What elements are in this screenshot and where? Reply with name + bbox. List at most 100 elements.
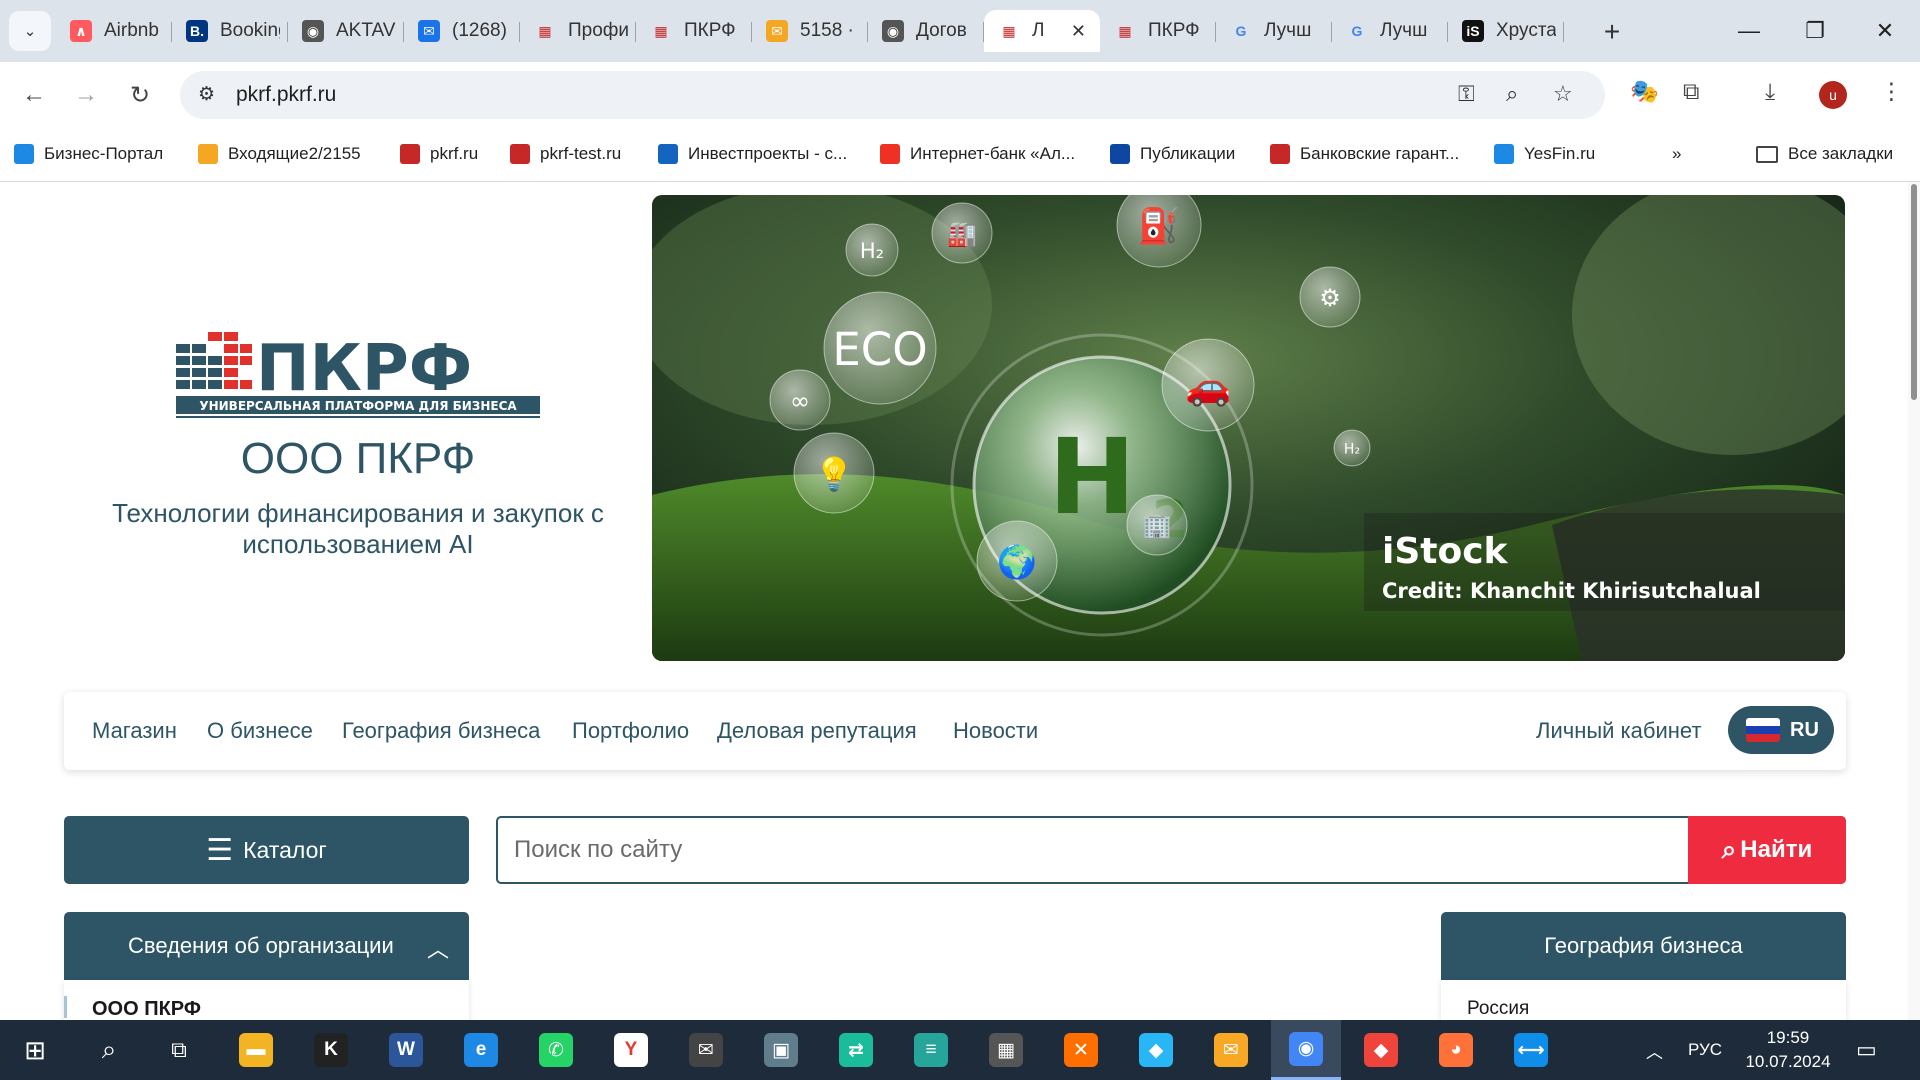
istock-watermark: iStock	[1382, 531, 1509, 572]
scrollbar-thumb[interactable]	[1911, 184, 1917, 400]
bookmark-item[interactable]: Инвестпроекты - с...	[658, 141, 847, 167]
account-link[interactable]: Личный кабинет	[1536, 718, 1702, 744]
bookmark-item[interactable]: Входящие2/2155	[198, 141, 361, 167]
extension-icon[interactable]: 🎭	[1630, 78, 1659, 105]
browser-tab[interactable]: ▦ Л ✕	[984, 10, 1100, 52]
search-input[interactable]	[514, 832, 1644, 868]
bookmark-star-icon[interactable]: ☆	[1553, 81, 1573, 107]
taskbar-app-whatsapp[interactable]: ✆	[521, 1020, 591, 1080]
menu-item[interactable]: Новости	[953, 718, 1038, 744]
minimize-button[interactable]: —	[1716, 0, 1782, 62]
language-switcher[interactable]: RU	[1728, 706, 1834, 754]
taskbar-app-outlook-folder[interactable]: ✉	[1196, 1020, 1266, 1080]
browser-tab[interactable]: ▦ ПКРФ	[1100, 10, 1216, 52]
input-language[interactable]: РУС	[1688, 1020, 1722, 1080]
taskbar-app-kinopoisk[interactable]: K	[296, 1020, 366, 1080]
menu-item[interactable]: О бизнесе	[207, 718, 313, 744]
browser-tab[interactable]: G Лучш	[1332, 10, 1448, 52]
new-tab-button[interactable]: +	[1594, 14, 1630, 50]
taskbar-app-edge[interactable]: e	[446, 1020, 516, 1080]
catalog-button[interactable]: ☰ Каталог	[64, 816, 469, 884]
taskbar-app-anydesk[interactable]: ◆	[1346, 1020, 1416, 1080]
extensions-puzzle-icon[interactable]: ⧉	[1683, 78, 1699, 105]
bookmarks-bar: » Все закладки Бизнес-Портал Входящие2/21…	[0, 127, 1920, 182]
pkrf-logo[interactable]: ПКРФ УНИВЕРСАЛЬНАЯ ПЛАТФОРМА ДЛЯ БИЗНЕСА	[176, 330, 540, 420]
menu-item[interactable]: Магазин	[92, 718, 177, 744]
bookmarks-overflow-button[interactable]: »	[1672, 141, 1681, 167]
start-button[interactable]: ⊞	[0, 1020, 70, 1080]
all-bookmarks-button[interactable]: Все закладки	[1756, 141, 1893, 167]
back-button[interactable]: ←	[14, 77, 54, 113]
search-button[interactable]: ⌕ Найти	[1688, 816, 1846, 884]
organization-item[interactable]: ООО ПКРФ	[92, 998, 201, 1020]
zoom-icon[interactable]: ⌕	[1506, 81, 1518, 107]
taskbar-app-explorer[interactable]: ▬	[221, 1020, 291, 1080]
bookmark-item[interactable]: pkrf-test.ru	[510, 141, 621, 167]
url-text[interactable]: pkrf.pkrf.ru	[236, 83, 336, 107]
close-tab-icon[interactable]: ✕	[1071, 21, 1086, 42]
mail-icon: ✉	[689, 1033, 723, 1067]
site-info-icon[interactable]: ⚙	[198, 83, 215, 106]
taskbar-app-ya-tools[interactable]: ✕	[1046, 1020, 1116, 1080]
hero-banner[interactable]: H 2 H₂ECO∞⛽🚗⚙💡🏭🏢🌍H₂ iStock Credit: Khanc…	[652, 195, 1845, 661]
address-bar[interactable]: ⚙ pkrf.pkrf.ru ⚿ ⌕ ☆	[180, 71, 1605, 119]
taskbar-search-button[interactable]: ⌕	[74, 1020, 144, 1080]
kinopoisk-icon: K	[314, 1033, 348, 1067]
tab-title: AKTAV	[336, 20, 396, 41]
browser-tab[interactable]: ✉ 5158 ·	[752, 10, 868, 52]
tab-search-button[interactable]: ⌄	[9, 11, 51, 51]
taskbar-app-chrome[interactable]: ◉	[1271, 1020, 1341, 1080]
menu-item[interactable]: География бизнеса	[342, 718, 540, 744]
mail-icon: ✉	[418, 20, 440, 42]
bookmark-item[interactable]: YesFin.ru	[1494, 141, 1595, 167]
tab-title: Airbnb	[104, 20, 159, 41]
browser-tab[interactable]: ▦ Профи	[520, 10, 636, 52]
taskbar-app-calculator[interactable]: ▦	[971, 1020, 1041, 1080]
browser-tab[interactable]: ✉ (1268)	[404, 10, 520, 52]
geography-item[interactable]: Россия	[1467, 998, 1529, 1020]
taskbar-app-teamviewer[interactable]: ⟷	[1496, 1020, 1566, 1080]
logo-slogan: УНИВЕРСАЛЬНАЯ ПЛАТФОРМА ДЛЯ БИЗНЕСА	[199, 399, 517, 413]
taskbar-app-transfer[interactable]: ⇄	[821, 1020, 891, 1080]
business-geography-header[interactable]: География бизнеса	[1441, 912, 1846, 980]
taskbar-app-word[interactable]: W	[371, 1020, 441, 1080]
tray-chevron-icon[interactable]: ︿	[1646, 1020, 1663, 1080]
browser-tab[interactable]: iS Хрусталь	[1448, 10, 1564, 52]
browser-tab[interactable]: ◉ AKTAV	[288, 10, 404, 52]
browser-tab[interactable]: ∧ Airbnb	[56, 10, 172, 52]
bookmark-item[interactable]: pkrf.ru	[400, 141, 478, 167]
browser-tab[interactable]: ◉ Догов	[868, 10, 984, 52]
reload-button[interactable]: ↻	[120, 77, 160, 113]
banner-bubble-label: 🌍	[997, 543, 1037, 581]
task-view-button[interactable]: ⧉	[144, 1020, 214, 1080]
taskbar-app-3d[interactable]: ◆	[1121, 1020, 1191, 1080]
browser-tab[interactable]: G Лучш	[1216, 10, 1332, 52]
booking-icon: B.	[186, 20, 208, 42]
bookmark-item[interactable]: Банковские гарант...	[1270, 141, 1459, 167]
menu-item[interactable]: Портфолио	[572, 718, 689, 744]
close-window-button[interactable]: ✕	[1852, 0, 1918, 62]
taskbar-app-remote[interactable]: ▣	[746, 1020, 816, 1080]
taskbar-app-docs[interactable]: ≡	[896, 1020, 966, 1080]
taskbar-app-yandex-browser[interactable]: Y	[596, 1020, 666, 1080]
forward-button[interactable]: →	[66, 77, 106, 113]
browser-tab[interactable]: ▦ ПКРФ	[636, 10, 752, 52]
download-icon[interactable]: ⤓	[1765, 78, 1775, 105]
bookmark-item[interactable]: Бизнес-Портал	[14, 141, 163, 167]
menu-kebab-icon[interactable]: ⋮	[1880, 78, 1903, 105]
password-key-icon[interactable]: ⚿	[1458, 81, 1475, 107]
profile-avatar[interactable]: u	[1819, 81, 1847, 109]
system-clock[interactable]: 19:59 10.07.2024	[1738, 1026, 1838, 1074]
bookmark-item[interactable]: Интернет-банк «Ал...	[880, 141, 1075, 167]
organization-info-header[interactable]: Сведения об организации ︿	[64, 912, 469, 980]
tab-title: (1268)	[452, 20, 507, 41]
chevron-up-icon[interactable]: ︿	[427, 932, 449, 964]
restore-button[interactable]: ❐	[1782, 0, 1848, 62]
menu-item[interactable]: Деловая репутация	[717, 718, 917, 744]
bookmark-item[interactable]: Публикации	[1110, 141, 1235, 167]
banner-bubble-label: 🏢	[1142, 512, 1172, 540]
taskbar-app-firefox[interactable]: ◕	[1421, 1020, 1491, 1080]
browser-tab[interactable]: B. Booking	[172, 10, 288, 52]
notifications-icon[interactable]: ▭	[1856, 1020, 1877, 1080]
taskbar-app-mail[interactable]: ✉	[671, 1020, 741, 1080]
